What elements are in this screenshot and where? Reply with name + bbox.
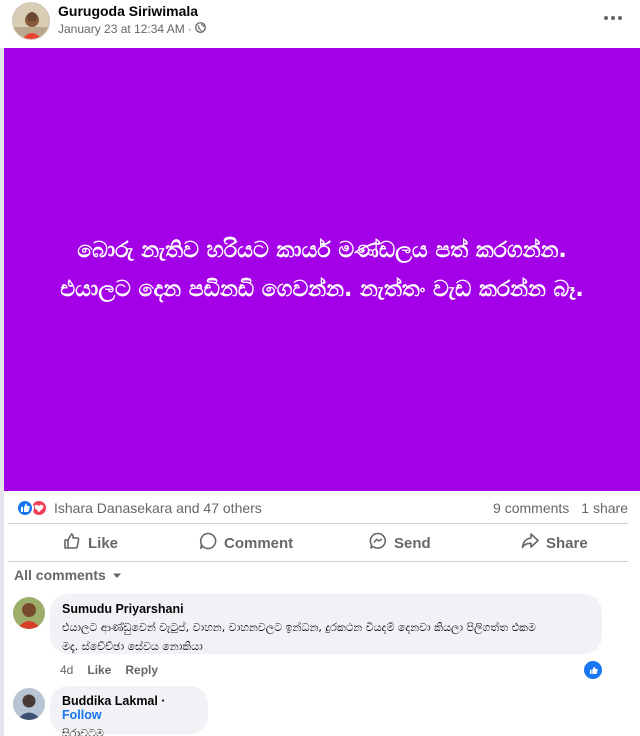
reactions-bar: Ishara Danasekara and 47 others 9 commen… xyxy=(0,497,640,519)
status-text: බොරු නැතිව හරියට කාර්ය මණ්ඩලය පත් කරගන්න… xyxy=(42,231,602,309)
comment-author-row: Buddika Lakmal · Follow xyxy=(62,694,196,722)
author-name[interactable]: Gurugoda Siriwimala xyxy=(58,3,198,19)
comment-label: Comment xyxy=(224,534,294,552)
engagement-counts: 9 comments 1 share xyxy=(493,500,628,516)
send-button[interactable]: Send xyxy=(368,527,431,559)
like-reaction-icon xyxy=(16,499,34,517)
send-label: Send xyxy=(394,534,431,552)
meta-separator: · xyxy=(187,22,192,36)
post-actions: Like Comment Send Share xyxy=(0,527,640,559)
follow-link[interactable]: Follow xyxy=(62,708,102,722)
status-background: බොරු නැතිව හරියට කාර්ය මණ්ඩලය පත් කරගන්න… xyxy=(4,48,640,491)
comments-filter-label: All comments xyxy=(14,567,106,583)
comments-filter-dropdown[interactable]: All comments xyxy=(14,567,122,583)
comment-icon xyxy=(198,531,218,555)
like-button[interactable]: Like xyxy=(62,527,118,559)
chevron-down-icon xyxy=(112,567,122,583)
reaction-icons[interactable] xyxy=(16,499,48,517)
status-line-2: එයාලට දෙන පඩිනඩි ගෙවන්න. නැත්තං වැඩ කරන්… xyxy=(60,276,584,302)
author-avatar[interactable] xyxy=(12,2,50,40)
commenter-avatar[interactable] xyxy=(13,597,45,629)
comment-bubble: Buddika Lakmal · Follow සිරාවටම xyxy=(50,686,208,736)
comment-like-link[interactable]: Like xyxy=(87,663,111,677)
comment-age[interactable]: 4d xyxy=(60,663,73,677)
reactions-summary[interactable]: Ishara Danasekara and 47 others xyxy=(54,500,262,516)
divider xyxy=(8,561,628,562)
comment-bubble: Sumudu Priyarshani එයාලට ආණ්ඩුවෙන් වැටුප… xyxy=(50,594,602,654)
like-icon xyxy=(62,531,82,555)
comment-button[interactable]: Comment xyxy=(198,527,293,559)
comment-author[interactable]: Sumudu Priyarshani xyxy=(62,602,590,616)
post-timestamp[interactable]: January 23 at 12:34 AM xyxy=(58,22,185,36)
comment-actions: 4d Like Reply xyxy=(60,663,158,677)
comments-count[interactable]: 9 comments xyxy=(493,500,569,516)
like-label: Like xyxy=(88,534,119,552)
comment-like-reaction-icon[interactable] xyxy=(584,661,602,679)
comment-text: සිරාවටම xyxy=(62,727,104,736)
comment-text-line-1: එයාලට ආණ්ඩුවෙන් වැටුප්, වාහන, වාහනවලට ඉන… xyxy=(62,621,536,634)
globe-icon xyxy=(194,22,206,36)
post-meta: January 23 at 12:34 AM · xyxy=(58,22,206,36)
comment-text-line-2: මදෑ. ස්වේච්ඡා සේවය නොකියා xyxy=(62,640,203,653)
comment-reply-link[interactable]: Reply xyxy=(125,663,158,677)
divider xyxy=(8,523,628,524)
messenger-icon xyxy=(368,531,388,555)
comment-text: එයාලට ආණ්ඩුවෙන් වැටුප්, වාහන, වාහනවලට ඉන… xyxy=(62,618,590,656)
share-button[interactable]: Share xyxy=(520,527,588,559)
share-icon xyxy=(520,531,540,555)
post-header: Gurugoda Siriwimala January 23 at 12:34 … xyxy=(0,0,640,48)
share-label: Share xyxy=(546,534,588,552)
status-line-1: බොරු නැතිව හරියට කාර්ය මණ්ඩලය පත් කරගන්න… xyxy=(77,237,567,263)
comment-author[interactable]: Buddika Lakmal xyxy=(62,694,158,708)
more-options-icon[interactable] xyxy=(600,8,626,28)
shares-count[interactable]: 1 share xyxy=(581,500,628,516)
author-separator: · xyxy=(161,694,166,708)
commenter-avatar[interactable] xyxy=(13,688,45,720)
